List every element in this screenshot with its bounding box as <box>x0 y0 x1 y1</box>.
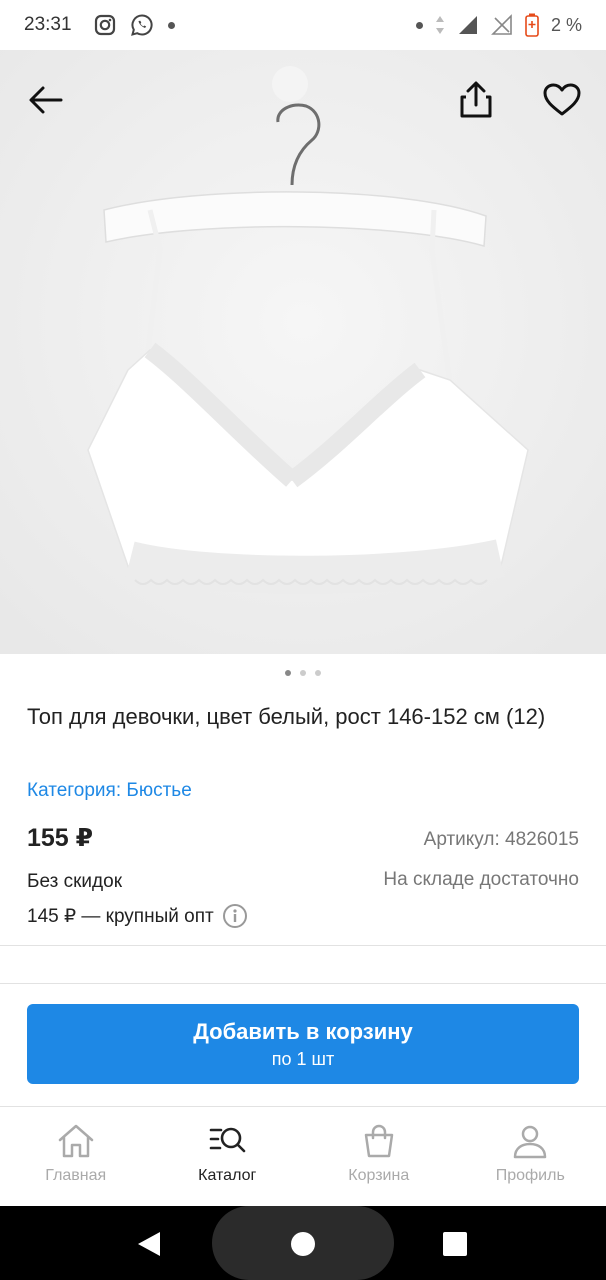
add-to-cart-button[interactable]: Добавить в корзину по 1 шт <box>27 1004 579 1084</box>
carousel-dot-2[interactable] <box>300 670 306 676</box>
status-right: 2 % <box>415 13 582 37</box>
favorite-button[interactable] <box>540 78 584 122</box>
carousel-dots <box>0 670 606 676</box>
carousel-dot-3[interactable] <box>315 670 321 676</box>
home-icon <box>58 1124 93 1158</box>
heart-icon <box>543 83 581 116</box>
instagram-icon <box>94 14 115 36</box>
back-button[interactable] <box>24 78 68 122</box>
carousel-dot-1[interactable] <box>285 670 291 676</box>
product-photo <box>0 50 606 654</box>
divider <box>0 983 606 984</box>
wholesale-price-text: 145 ₽ — крупный опт <box>27 905 214 927</box>
nav-cart-label: Корзина <box>348 1167 410 1184</box>
status-bar: 23:31 2 % <box>0 0 606 50</box>
catalog-search-icon <box>209 1127 246 1153</box>
whatsapp-icon <box>130 14 153 36</box>
system-back-icon[interactable] <box>136 1230 162 1258</box>
arrow-left-icon <box>29 86 63 114</box>
nav-home[interactable]: Главная <box>0 1107 152 1206</box>
status-dot <box>415 21 423 29</box>
add-to-cart-label: Добавить в корзину <box>193 1018 413 1044</box>
nav-catalog[interactable]: Каталог <box>152 1107 304 1206</box>
signal-icon <box>458 16 477 34</box>
category-link[interactable]: Категория: Бюстье <box>27 780 192 802</box>
nav-catalog-label: Каталог <box>198 1167 257 1184</box>
divider <box>0 945 606 946</box>
nav-profile-label: Профиль <box>495 1167 565 1184</box>
share-icon <box>460 81 492 118</box>
product-image-carousel[interactable] <box>0 50 606 654</box>
profile-icon <box>514 1125 547 1159</box>
battery-level: 2 % <box>550 14 582 35</box>
status-time: 23:31 <box>24 14 72 35</box>
bottom-navigation: Главная Каталог Корзина Профиль <box>0 1106 606 1206</box>
nav-home-label: Главная <box>45 1167 107 1184</box>
data-arrows-icon <box>435 16 444 34</box>
notification-icons <box>94 13 175 37</box>
system-home-icon[interactable] <box>290 1231 316 1257</box>
system-recents-icon[interactable] <box>442 1231 468 1257</box>
signal-empty-icon <box>491 14 512 35</box>
product-title: Топ для девочки, цвет белый, рост 146-15… <box>27 704 546 729</box>
share-button[interactable] <box>454 78 498 122</box>
nav-cart[interactable]: Корзина <box>303 1107 455 1206</box>
stock-status: На складе достаточно <box>383 869 579 890</box>
bag-icon <box>364 1124 393 1158</box>
battery-icon <box>525 13 539 37</box>
info-icon[interactable] <box>222 903 248 929</box>
wholesale-price: 145 ₽ — крупный опт <box>27 903 248 929</box>
add-to-cart-quantity: по 1 шт <box>271 1048 335 1069</box>
more-notifications-dot <box>167 21 175 29</box>
system-navigation-bar <box>0 1206 606 1280</box>
discount-status: Без скидок <box>27 871 122 892</box>
product-sku: Артикул: 4826015 <box>423 829 579 850</box>
product-price: 155 ₽ <box>27 824 94 852</box>
nav-profile[interactable]: Профиль <box>455 1107 606 1206</box>
